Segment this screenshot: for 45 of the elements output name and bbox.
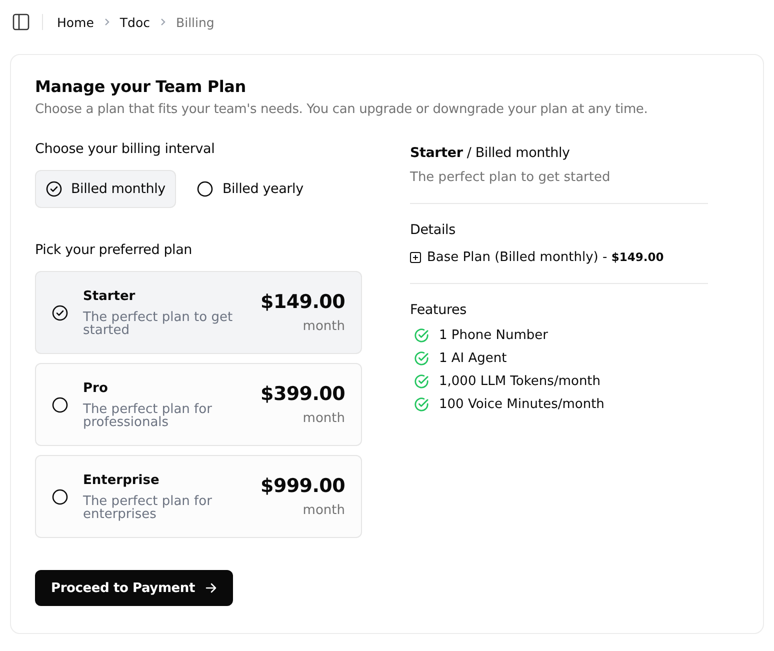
page-title: Manage your Team Plan [35, 77, 247, 96]
radio-icon[interactable] [52, 488, 68, 504]
section-heading: Features [410, 302, 468, 318]
sidebar-toggle-icon[interactable] [12, 13, 30, 31]
plan-name: Starter [83, 288, 136, 304]
plan-option[interactable]: Pro The perfect plan for professionals $399.00 month [35, 363, 362, 446]
feature-text: 1 Phone Number [439, 328, 548, 343]
plan-description: The perfect plan to get started [83, 310, 234, 336]
check-circle-icon [414, 397, 429, 412]
section-heading: Details [410, 222, 456, 238]
price-period: month [302, 319, 345, 334]
plan-price: $999.00 [260, 475, 345, 497]
interval-option[interactable]: Billed monthly [35, 170, 176, 208]
section-heading: Choose your billing interval [35, 141, 216, 157]
check-circle-icon[interactable] [52, 304, 68, 320]
feature-text: 1,000 LLM Tokens/month [439, 374, 601, 389]
detail-line: Base Plan (Billed monthly) - $149.00 [427, 250, 664, 265]
plus-square-icon [410, 252, 421, 263]
plan-name: Enterprise [83, 472, 160, 488]
plan-price: $399.00 [260, 383, 345, 405]
plan-name: Pro [83, 380, 109, 396]
feature-text: 1 AI Agent [439, 351, 507, 366]
section-heading: Pick your preferred plan [35, 242, 194, 258]
plan-option[interactable]: Enterprise The perfect plan for enterprises $999.00 month [35, 455, 362, 538]
plan-description: The perfect plan for professionals [83, 402, 213, 428]
check-circle-icon [414, 328, 429, 343]
feature-text: 100 Voice Minutes/month [439, 397, 604, 412]
summary-title: Starter / Billed monthly [410, 145, 571, 161]
check-circle-icon [414, 374, 429, 389]
price-period: month [302, 411, 345, 426]
breadcrumb-link[interactable]: Home [57, 14, 94, 30]
page-subtitle: Choose a plan that fits your team's needs. You can upgrade or downgrade your plan at any time. [35, 102, 649, 117]
summary-description: The perfect plan to get started [410, 170, 612, 185]
plan-option[interactable]: Starter The perfect plan to get started $149.00 month [35, 271, 362, 354]
check-circle-icon[interactable] [46, 181, 62, 197]
radio-icon[interactable] [52, 396, 68, 412]
breadcrumb-link[interactable]: Tdoc [120, 14, 150, 30]
plan-description: The perfect plan for enterprises [83, 494, 213, 520]
check-circle-icon [414, 351, 429, 366]
arrow-right-icon [204, 582, 217, 594]
radio-icon[interactable] [197, 181, 214, 197]
plan-price: $149.00 [260, 291, 345, 313]
interval-option[interactable]: Billed yearly [186, 170, 314, 208]
proceed-button[interactable]: Proceed to Payment [35, 570, 233, 606]
price-period: month [302, 503, 345, 518]
